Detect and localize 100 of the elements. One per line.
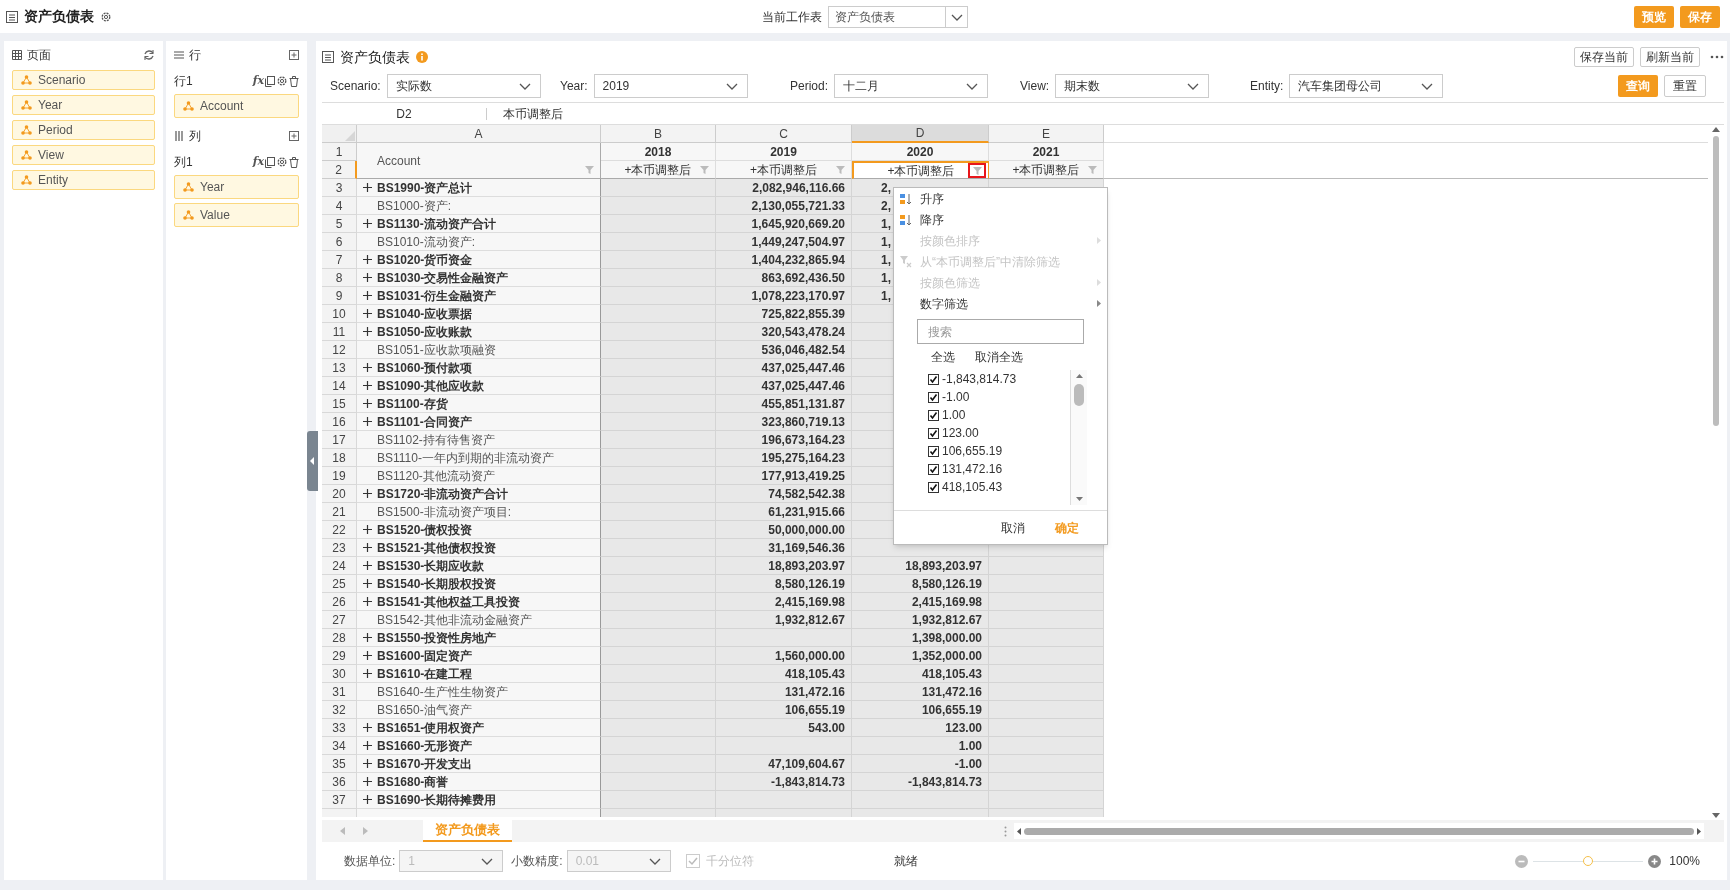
column-header[interactable]: D [852,125,989,143]
expand-icon[interactable] [362,759,372,768]
checkbox[interactable] [928,445,939,457]
row-header[interactable]: 32 [322,701,357,719]
row-header[interactable]: 19 [322,467,357,485]
column-header[interactable]: B [601,125,716,143]
expand-icon[interactable] [362,777,372,786]
scroll-down-icon[interactable] [1075,497,1083,501]
expand-icon[interactable] [362,417,372,426]
row-header[interactable]: 15 [322,395,357,413]
row-header[interactable]: 35 [322,755,357,773]
scroll-thumb[interactable] [1024,827,1694,835]
row-header[interactable]: 30 [322,665,357,683]
more-icon[interactable] [1710,55,1724,59]
checkbox[interactable] [928,409,939,421]
expand-icon[interactable] [362,183,372,192]
row-header[interactable]: 3 [322,179,357,197]
checkbox[interactable] [928,427,939,439]
dimension-chip[interactable]: Year [12,95,155,115]
expand-icon[interactable] [362,327,372,336]
filter-button[interactable] [968,163,986,178]
row-header[interactable]: 33 [322,719,357,737]
collapse-handle[interactable] [307,430,318,491]
row-header[interactable]: 2 [322,161,357,179]
expand-icon[interactable] [362,543,372,552]
zoom-slider[interactable] [1533,855,1644,867]
expand-icon[interactable] [362,741,372,750]
row-header[interactable]: 12 [322,341,357,359]
scroll-right-icon[interactable] [1697,827,1701,835]
dimension-chip[interactable]: Scenario [12,70,155,90]
row-header[interactable]: 6 [322,233,357,251]
expand-icon[interactable] [362,561,372,570]
row-header[interactable]: 10 [322,305,357,323]
row-header[interactable]: 26 [322,593,357,611]
row-header[interactable]: 11 [322,323,357,341]
filter-select[interactable]: 期末数 [1055,73,1210,98]
query-button[interactable]: 重置 [1664,74,1706,97]
expand-icon[interactable] [362,669,372,678]
list-scrollbar[interactable] [1070,370,1087,505]
refresh-icon[interactable] [143,49,155,61]
delete-icon[interactable] [289,75,299,87]
row-header[interactable]: 27 [322,611,357,629]
filter-select[interactable]: 实际数 [386,73,541,98]
row-header[interactable]: 22 [322,521,357,539]
filter-select[interactable]: 汽车集团母公司 [1289,73,1444,98]
expand-icon[interactable] [362,399,372,408]
dimension-chip[interactable]: Year [174,175,299,199]
filter-select[interactable]: 2019 [593,73,748,98]
add-icon[interactable] [289,50,299,60]
splitter-icon[interactable] [1004,825,1007,837]
scroll-thumb[interactable] [1713,136,1719,426]
dimension-chip[interactable]: View [12,145,155,165]
expand-icon[interactable] [362,651,372,660]
expand-icon[interactable] [362,597,372,606]
row-header[interactable]: 21 [322,503,357,521]
row-header[interactable]: 16 [322,413,357,431]
row-header[interactable]: 24 [322,557,357,575]
menu-button[interactable]: 取消 [1001,518,1025,537]
row-header[interactable]: 20 [322,485,357,503]
scroll-up-icon[interactable] [1712,127,1720,132]
checkbox[interactable] [928,463,939,475]
checkbox[interactable] [928,481,939,493]
expand-icon[interactable] [362,489,372,498]
expand-icon[interactable] [362,633,372,642]
expand-icon[interactable] [362,291,372,300]
expand-icon[interactable] [362,309,372,318]
row-header[interactable]: 9 [322,287,357,305]
settings-icon[interactable] [100,10,112,23]
column-header[interactable]: E [989,125,1104,143]
row-header[interactable]: 17 [322,431,357,449]
formula-button[interactable]: fx [252,153,264,171]
row-header[interactable]: 1 [322,143,357,161]
copy-icon[interactable] [265,156,275,168]
scroll-up-icon[interactable] [1075,374,1083,378]
row-header[interactable]: 28 [322,629,357,647]
expand-icon[interactable] [362,795,372,804]
expand-icon[interactable] [362,525,372,534]
settings-icon[interactable] [276,156,288,168]
dimension-chip[interactable]: Account [174,94,299,118]
formula-button[interactable]: fx [252,72,264,90]
clear-all-link[interactable]: 取消全选 [975,348,1023,366]
settings-icon[interactable] [276,75,288,87]
row-header[interactable]: 31 [322,683,357,701]
delete-icon[interactable] [289,156,299,168]
expand-icon[interactable] [362,363,372,372]
worksheet-select[interactable]: 资产负债表 [828,5,968,28]
scroll-thumb[interactable] [1074,384,1084,406]
search-field[interactable]: 搜索 [917,319,1084,344]
expand-icon[interactable] [362,381,372,390]
checkbox[interactable] [928,373,939,385]
column-header[interactable]: C [716,125,852,143]
row-header[interactable]: 18 [322,449,357,467]
copy-icon[interactable] [265,75,275,87]
row-header[interactable]: 36 [322,773,357,791]
expand-icon[interactable] [362,579,372,588]
checkbox[interactable] [928,391,939,403]
expand-icon[interactable] [362,273,372,282]
row-header[interactable]: 14 [322,377,357,395]
row-header[interactable]: 29 [322,647,357,665]
scroll-down-icon[interactable] [1712,813,1720,818]
